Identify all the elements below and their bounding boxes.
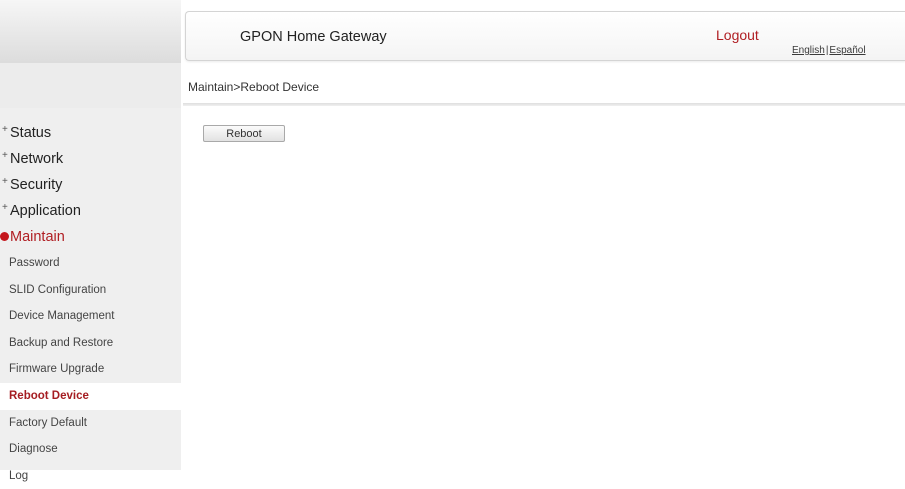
submenu-item-log[interactable]: Log [0,463,181,489]
logout-link[interactable]: Logout [716,27,759,43]
menu-item-security[interactable]: + Security [0,172,181,198]
menu-item-status[interactable]: + Status [0,120,181,146]
lang-spanish-link[interactable]: Español [829,45,865,56]
submenu-item-firmware-upgrade[interactable]: Firmware Upgrade [0,356,181,383]
plus-icon: + [2,150,8,161]
plus-icon: + [2,124,8,135]
menu-item-application[interactable]: + Application [0,198,181,224]
submenu-item-device-management[interactable]: Device Management [0,303,181,330]
breadcrumb: Maintain>Reboot Device [188,80,320,94]
plus-icon: + [2,202,8,213]
lang-english-link[interactable]: English [792,45,825,56]
menu-label-application: Application [10,203,81,219]
menu-label-maintain: Maintain [10,229,65,245]
logo-area [0,0,181,64]
minus-circle-icon [0,232,9,241]
page-title: GPON Home Gateway [240,29,387,45]
menu-item-maintain[interactable]: Maintain [0,224,181,250]
submenu-item-factory-default[interactable]: Factory Default [0,410,181,437]
submenu-item-backup-restore[interactable]: Backup and Restore [0,330,181,357]
reboot-button[interactable]: Reboot [203,125,285,142]
maintain-submenu: Password SLID Configuration Device Manag… [0,250,181,489]
sidebar-header [0,63,181,108]
menu-label-status: Status [10,125,52,141]
sidebar-menu: + Status + Network + Security + Applicat… [0,120,181,489]
plus-icon: + [2,176,8,187]
submenu-item-diagnose[interactable]: Diagnose [0,436,181,463]
submenu-item-slid-configuration[interactable]: SLID Configuration [0,277,181,304]
menu-item-network[interactable]: + Network [0,146,181,172]
submenu-item-password[interactable]: Password [0,250,181,277]
menu-label-network: Network [10,151,64,167]
menu-label-security: Security [10,177,63,193]
sidebar: + Status + Network + Security + Applicat… [0,108,181,482]
content-divider [183,103,905,106]
top-header: GPON Home Gateway Logout English|Español [185,11,905,61]
submenu-item-reboot-device[interactable]: Reboot Device [0,382,181,410]
language-switcher: English|Español [792,45,866,56]
